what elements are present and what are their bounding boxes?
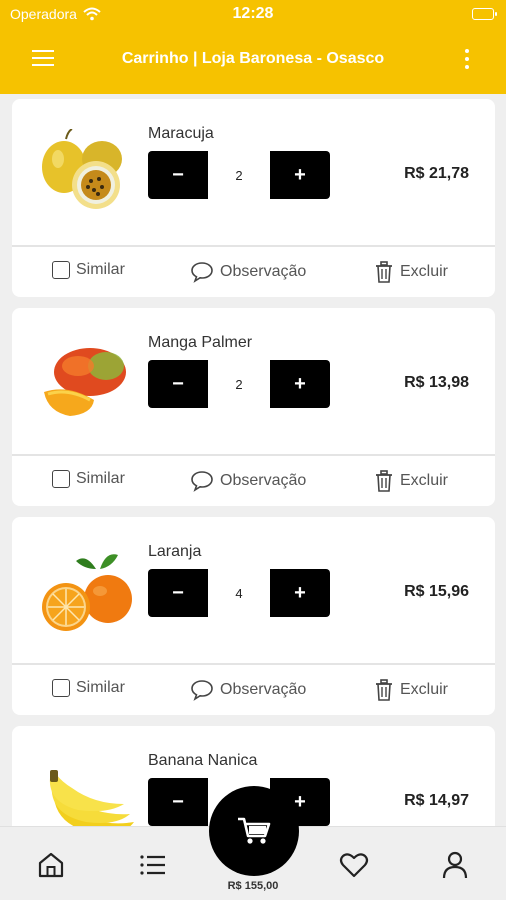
delete-label: Excluir [400, 472, 449, 489]
delete-label: Excluir [400, 681, 449, 698]
item-name: Maracuja [148, 125, 214, 142]
list-icon[interactable] [139, 851, 167, 879]
item-price: R$ 15,96 [404, 583, 469, 600]
mango-image [44, 348, 126, 416]
similar-checkbox[interactable]: Similar [52, 470, 125, 488]
quantity-value[interactable]: 2 [208, 151, 270, 199]
cart-item: Maracuja − 2 + R$ 21,78 Similar Observaç… [12, 99, 495, 297]
quantity-value[interactable]: 2 [208, 360, 270, 408]
quantity-stepper: − 2 + [148, 151, 330, 199]
item-price: R$ 14,97 [404, 792, 469, 809]
delete-button[interactable]: Excluir [374, 261, 448, 283]
decrease-button[interactable]: − [148, 151, 208, 199]
observation-label: Observação [220, 681, 307, 698]
quantity-stepper: − 2 + [148, 360, 330, 408]
item-actions: Similar Observação Excluir [12, 456, 495, 506]
decrease-button[interactable]: − [148, 778, 208, 826]
home-icon[interactable] [37, 851, 65, 879]
cart-item: Manga Palmer − 2 + R$ 13,98 Similar Obse… [12, 308, 495, 506]
item-name: Banana Nanica [148, 752, 258, 769]
item-actions: Similar Observação Excluir [12, 665, 495, 715]
delete-button[interactable]: Excluir [374, 470, 448, 492]
user-icon[interactable] [442, 851, 468, 879]
quantity-stepper: − 4 + [148, 569, 330, 617]
similar-label: Similar [76, 679, 125, 696]
observation-label: Observação [220, 472, 307, 489]
app-bar: Carrinho | Loja Baronesa - Osasco [0, 40, 506, 80]
cart-button[interactable] [209, 786, 299, 876]
checkbox-icon[interactable] [52, 679, 70, 697]
cart-total: R$ 155,00 [227, 880, 279, 892]
observation-button[interactable]: Observação [190, 679, 306, 701]
battery-icon [472, 8, 497, 20]
increase-button[interactable]: + [270, 151, 330, 199]
chat-bubble-icon [191, 680, 213, 701]
item-price: R$ 13,98 [404, 374, 469, 391]
heart-icon[interactable] [339, 851, 369, 879]
observation-label: Observação [220, 263, 307, 280]
page-title: Carrinho | Loja Baronesa - Osasco [121, 50, 385, 67]
trash-icon [376, 679, 392, 701]
increase-button[interactable]: + [270, 569, 330, 617]
observation-button[interactable]: Observação [190, 261, 306, 283]
banana-image [49, 770, 134, 826]
similar-checkbox[interactable]: Similar [52, 679, 125, 697]
item-actions: Similar Observação Excluir [12, 247, 495, 297]
decrease-button[interactable]: − [148, 569, 208, 617]
status-bar: Operadora 12:28 [0, 4, 506, 26]
passion-fruit-image [42, 129, 122, 209]
delete-label: Excluir [400, 263, 449, 280]
more-options-icon[interactable] [464, 49, 470, 71]
chat-bubble-icon [191, 262, 213, 283]
item-name: Manga Palmer [148, 334, 253, 351]
orange-image [42, 554, 132, 631]
item-price: R$ 21,78 [404, 165, 469, 182]
chat-bubble-icon [191, 471, 213, 492]
cart-list[interactable]: Maracuja − 2 + R$ 21,78 Similar Observaç… [0, 94, 506, 826]
checkbox-icon[interactable] [52, 261, 70, 279]
item-name: Laranja [148, 543, 202, 560]
similar-checkbox[interactable]: Similar [52, 261, 125, 279]
decrease-button[interactable]: − [148, 360, 208, 408]
similar-label: Similar [76, 261, 125, 278]
status-time: 12:28 [232, 5, 274, 22]
delete-button[interactable]: Excluir [374, 679, 448, 701]
app-header: Operadora 12:28 Carrinho | Loja Baronesa… [0, 0, 506, 94]
cart-item: Laranja − 4 + R$ 15,96 Similar Observaçã… [12, 517, 495, 715]
observation-button[interactable]: Observação [190, 470, 306, 492]
trash-icon [376, 261, 392, 283]
trash-icon [376, 470, 392, 492]
similar-label: Similar [76, 470, 125, 487]
increase-button[interactable]: + [270, 360, 330, 408]
checkbox-icon[interactable] [52, 470, 70, 488]
cart-icon [238, 817, 271, 844]
quantity-value[interactable]: 4 [208, 569, 270, 617]
